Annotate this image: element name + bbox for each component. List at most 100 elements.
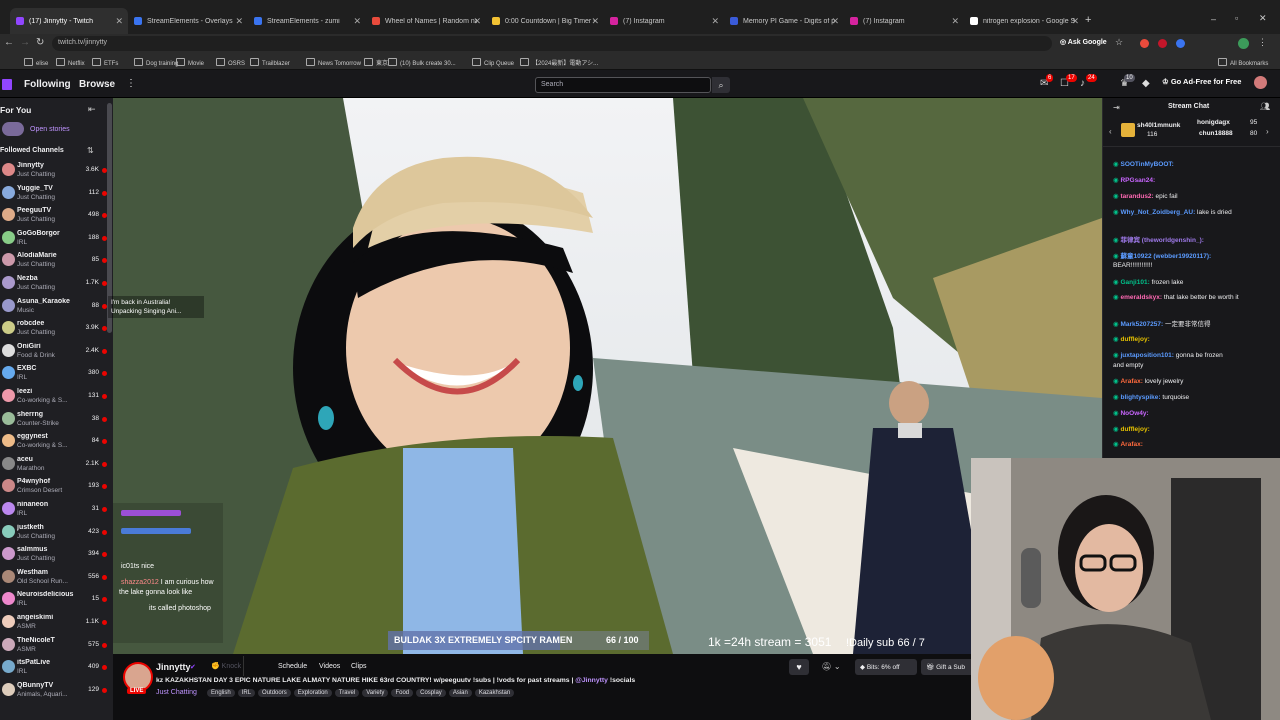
sidebar-channel-item[interactable]: salmmus Just Chatting 394 [0,544,110,566]
all-bookmarks[interactable]: All Bookmarks [1218,58,1268,67]
collapse-sidebar-icon[interactable]: ⇤ [88,104,96,115]
notifications-icon[interactable]: ♪ [1080,78,1085,89]
close-tab-icon[interactable]: ✕ [473,16,481,27]
chat-username[interactable]: tarandus2: [1120,193,1153,200]
sidebar-channel-item[interactable]: EXBC IRL 380 [0,363,110,385]
bookmark-item[interactable]: ETFs [92,58,118,67]
close-tab-icon[interactable]: ✕ [711,16,719,27]
sidebar-channel-item[interactable]: P4wnyhof Crimson Desert 193 [0,476,110,498]
community-icon[interactable]: 👥︎ [1260,102,1270,111]
bits-button[interactable]: ◆ Bits: 6% off [855,659,917,675]
sidebar-channel-item[interactable]: PeeguuTV Just Chatting 498 [0,205,110,227]
browser-tab[interactable]: (7) Instagram ✕ [604,8,724,34]
collapse-chat-icon[interactable]: ⇥ [1113,103,1120,112]
stream-tag[interactable]: Variety [362,689,389,697]
sidebar-channel-item[interactable]: Yuggie_TV Just Chatting 112 [0,183,110,205]
bookmark-item[interactable]: News Tomorrow [306,58,361,67]
chat-username[interactable]: emeraldskyx: [1120,294,1162,301]
chat-username[interactable]: dufflejoy: [1120,336,1149,343]
sidebar-channel-item[interactable]: sherrng Counter-Strike 38 [0,409,110,431]
close-tab-icon[interactable]: ✕ [951,16,959,27]
bookmark-item[interactable]: Trailblazer [250,58,290,67]
stream-tag[interactable]: Travel [334,689,360,697]
forward-icon[interactable]: → [20,37,30,48]
more-menu-icon[interactable]: ⋮ [126,78,136,89]
stream-tag[interactable]: Kazakhstan [474,689,515,697]
sidebar-channel-item[interactable]: leezi Co-working & S... 131 [0,386,110,408]
stream-tag[interactable]: Food [391,689,414,697]
browser-tab[interactable]: (7) Instagram ✕ [844,8,964,34]
maximize-button[interactable]: ▫ [1235,13,1238,23]
reload-icon[interactable]: ↻ [36,37,44,48]
sidebar-channel-item[interactable]: QBunnyTV Animals, Aquari... 129 [0,680,110,702]
leaderboard-next-icon[interactable]: › [1266,127,1269,136]
sidebar-channel-item[interactable]: Nezba Just Chatting 1.7K [0,273,110,295]
sidebar-channel-item[interactable]: aceu Marathon 2.1K [0,454,110,476]
browser-tab[interactable]: Memory PI Game - Digits of pi ✕ [724,8,844,34]
stream-tag[interactable]: IRL [237,689,256,697]
sidebar-channel-item[interactable]: Westham Old School Run... 556 [0,567,110,589]
sidebar-channel-item[interactable]: robcdee Just Chatting 3.9K [0,318,110,340]
knock-button[interactable]: ✊ Knock [211,662,241,670]
chat-username[interactable]: Mark5207257: [1120,321,1163,328]
search-input[interactable]: Search [535,77,711,93]
close-tab-icon[interactable]: ✕ [353,16,361,27]
stream-tag[interactable]: Exploration [293,689,332,697]
stream-tag[interactable]: English [207,689,235,697]
bookmark-item[interactable]: elise [24,58,48,67]
bookmark-item[interactable]: Netflix [56,58,85,67]
bookmark-item[interactable]: 東京 [364,58,388,67]
twitch-logo-icon[interactable] [2,79,12,90]
sidebar-channel-item[interactable]: Asuna_Karaoke Music 88 [0,296,110,318]
close-tab-icon[interactable]: ✕ [235,16,243,27]
notifications-toggle[interactable]: 🔕︎ ⌄ [817,659,845,675]
search-button[interactable]: ⌕ [712,77,730,93]
sidebar-channel-item[interactable]: Neuroisdelicious IRL 15 [0,589,110,611]
browser-tab[interactable]: StreamElements - zumi ✕ [248,8,366,34]
extension-icon[interactable] [1140,39,1149,48]
bookmark-item[interactable]: Dog training [134,58,178,67]
browser-menu-icon[interactable]: ⋮ [1258,37,1267,48]
tab-clips[interactable]: Clips [351,663,367,670]
chat-username[interactable]: dufflejoy: [1120,426,1149,433]
bookmark-star-icon[interactable]: ☆ [1115,37,1123,48]
user-avatar[interactable] [1254,76,1267,89]
bookmark-item[interactable]: (10) Bulk create 30... [388,58,456,67]
bookmark-item[interactable]: Movie [176,58,204,67]
browser-tab[interactable]: 0:00 Countdown | Big Timer - ✕ [486,8,604,34]
go-ad-free-button[interactable]: ♔ Go Ad-Free for Free [1162,77,1241,86]
channel-name[interactable]: Jinnytty [156,662,191,672]
close-tab-icon[interactable]: ✕ [1071,16,1079,27]
sidebar-channel-item[interactable]: justketh Just Chatting 423 [0,522,110,544]
extension-icon[interactable] [1176,39,1185,48]
sidebar-channel-item[interactable]: angeiskimi ASMR 1.1K [0,612,110,634]
category-link[interactable]: Just Chatting [156,689,197,696]
sidebar-channel-item[interactable]: eggynest Co-working & S... 84 [0,431,110,453]
close-tab-icon[interactable]: ✕ [831,16,839,27]
chat-username[interactable]: 蘇童10922 (webber19920117): [1120,253,1211,260]
chat-username[interactable]: juxtaposition101: [1120,352,1173,359]
sidebar-channel-item[interactable]: Jinnytty Just Chatting 3.6K [0,160,110,182]
sidebar-channel-item[interactable]: itsPatLive IRL 409 [0,657,110,679]
tab-schedule[interactable]: Schedule [278,663,307,670]
close-window-button[interactable]: ✕ [1259,13,1267,24]
sidebar-channel-item[interactable]: AlodiaMarie Just Chatting 85 [0,250,110,272]
chat-username[interactable]: Ganji101: [1120,279,1149,286]
chat-username[interactable]: NoOw4y: [1120,410,1148,417]
bits-icon[interactable]: ◆ [1142,78,1150,89]
chat-username[interactable]: 菲律宾 (theworldgenshin_): [1120,237,1203,244]
sort-icon[interactable]: ⇅ [87,146,94,155]
chat-username[interactable]: Why_Not_Zoidberg_AU: [1120,209,1195,216]
stream-tag[interactable]: Cosplay [416,689,446,697]
back-icon[interactable]: ← [4,37,14,48]
bookmark-item[interactable]: Clip Queue [472,58,514,67]
follow-heart-button[interactable]: ♥ [789,659,809,675]
browse-link[interactable]: Browse [79,79,115,90]
video-player[interactable]: ic01ts nice shazza2012 I am curious how … [113,98,1102,654]
tab-videos[interactable]: Videos [319,663,340,670]
bookmark-item[interactable]: OSRS [216,58,245,67]
profile-avatar[interactable] [1238,38,1249,49]
chat-username[interactable]: blightyspike: [1120,394,1160,401]
close-tab-icon[interactable]: ✕ [115,16,123,27]
chat-username[interactable]: Arafax: [1120,378,1142,385]
